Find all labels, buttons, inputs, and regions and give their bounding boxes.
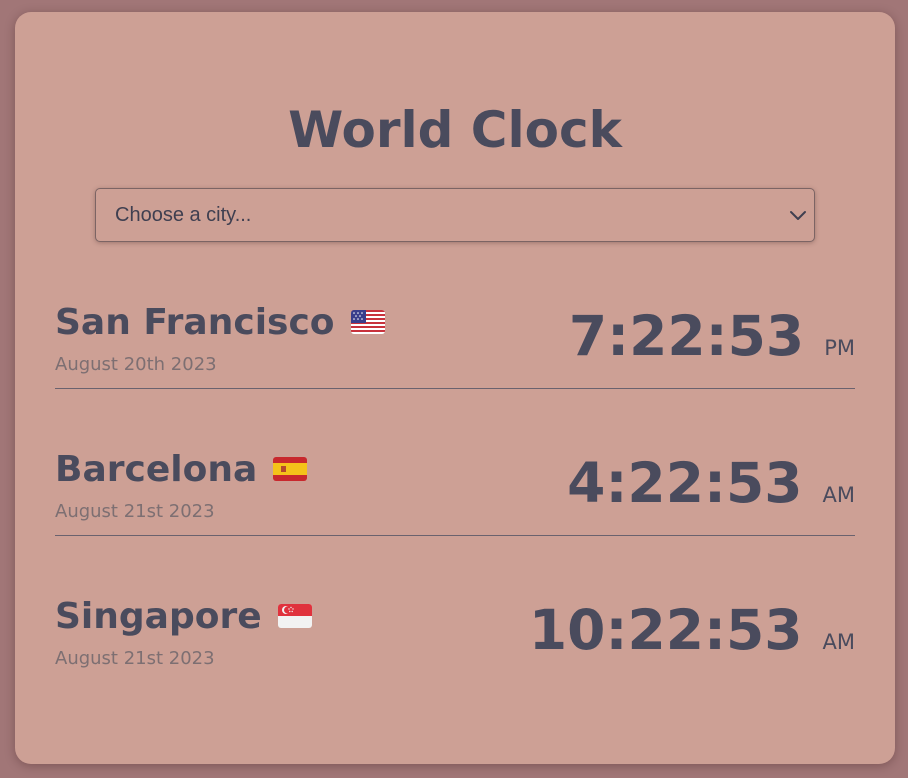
city-row-barcelona: Barcelona August 21st 2023 4:22:53 AM <box>55 445 855 536</box>
city-time-display: 4:22:53 AM <box>567 445 855 521</box>
page-title: World Clock <box>288 101 622 159</box>
city-heading: Singapore <box>55 592 312 640</box>
city-date: August 20th 2023 <box>55 354 217 375</box>
chevron-down-icon <box>790 211 806 220</box>
city-date: August 21st 2023 <box>55 501 215 522</box>
city-row-singapore: Singapore August 21st 2023 10:22:53 AM <box>55 592 855 682</box>
city-name: Singapore <box>55 595 262 637</box>
city-time-display: 10:22:53 AM <box>529 592 855 668</box>
city-row-san-francisco: San Francisco August 20th 2023 7:22:53 P… <box>55 298 855 389</box>
city-name: San Francisco <box>55 301 335 343</box>
city-select[interactable]: Choose a city... <box>95 188 815 242</box>
city-time: 7:22:53 <box>568 304 805 368</box>
city-time: 4:22:53 <box>567 451 803 515</box>
city-select-value: Choose a city... <box>115 204 252 226</box>
city-ampm: AM <box>822 630 855 654</box>
city-name: Barcelona <box>55 448 258 490</box>
city-heading: San Francisco <box>55 298 385 346</box>
world-clock-card: World Clock Choose a city... San Francis… <box>15 12 895 764</box>
city-date: August 21st 2023 <box>55 648 215 669</box>
city-heading: Barcelona <box>55 445 308 493</box>
sg-flag-icon <box>277 604 312 628</box>
city-time: 10:22:53 <box>528 598 803 662</box>
city-ampm: AM <box>822 483 855 507</box>
city-time-display: 7:22:53 PM <box>569 298 855 374</box>
es-flag-icon <box>273 457 308 481</box>
us-flag-icon <box>350 310 385 334</box>
city-ampm: PM <box>824 336 855 360</box>
